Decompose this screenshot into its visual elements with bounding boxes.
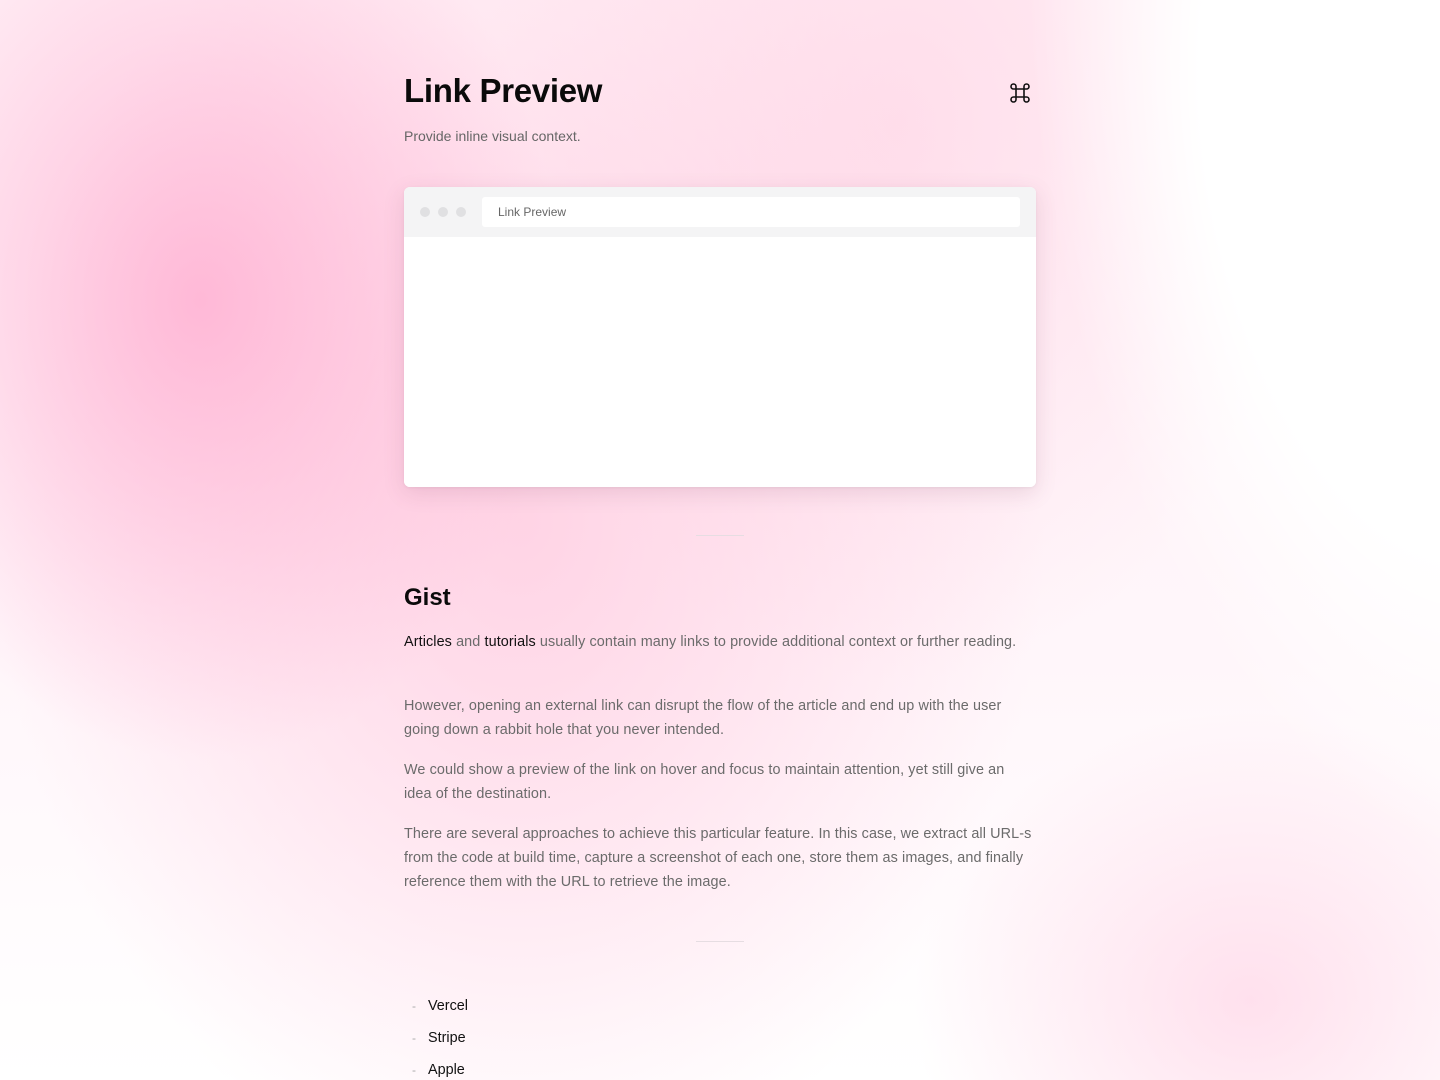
paragraph-text: and (451, 634, 485, 650)
link-vercel[interactable]: Vercel (428, 998, 468, 1014)
link-articles[interactable]: Articles (404, 634, 452, 650)
window-dot-maximize (456, 207, 466, 217)
command-icon[interactable] (1007, 80, 1033, 106)
link-apple[interactable]: Apple (428, 1062, 465, 1078)
list-item: - Apple (404, 1054, 468, 1080)
browser-content-area (404, 237, 1036, 487)
gist-paragraph-4: There are several approaches to achieve … (404, 826, 1032, 890)
browser-preview-window: Link Preview (404, 187, 1036, 487)
list-item: - Stripe (404, 1022, 468, 1054)
browser-toolbar: Link Preview (404, 187, 1036, 237)
browser-address-bar: Link Preview (482, 197, 1020, 227)
link-tutorials[interactable]: tutorials (485, 634, 536, 650)
page-title: Link Preview (404, 72, 603, 109)
gist-paragraph-2: However, opening an external link can di… (404, 698, 1002, 738)
list-item: - Vercel (404, 990, 468, 1022)
bullet-dash: - (412, 1031, 416, 1045)
bullet-dash: - (412, 999, 416, 1013)
window-dot-close (420, 207, 430, 217)
link-stripe[interactable]: Stripe (428, 1030, 466, 1046)
section-divider (696, 941, 744, 942)
page-subtitle: Provide inline visual context. (404, 128, 581, 144)
window-dot-minimize (438, 207, 448, 217)
bullet-dash: - (412, 1063, 416, 1077)
gist-paragraph-3: We could show a preview of the link on h… (404, 762, 1005, 802)
link-list: - Vercel - Stripe - Apple (404, 990, 468, 1080)
gist-paragraph-1: Articles and tutorials usually contain m… (404, 630, 1036, 654)
paragraph-text: usually contain many links to provide ad… (535, 634, 1017, 650)
section-divider (696, 535, 744, 536)
section-heading-gist: Gist (404, 584, 451, 611)
